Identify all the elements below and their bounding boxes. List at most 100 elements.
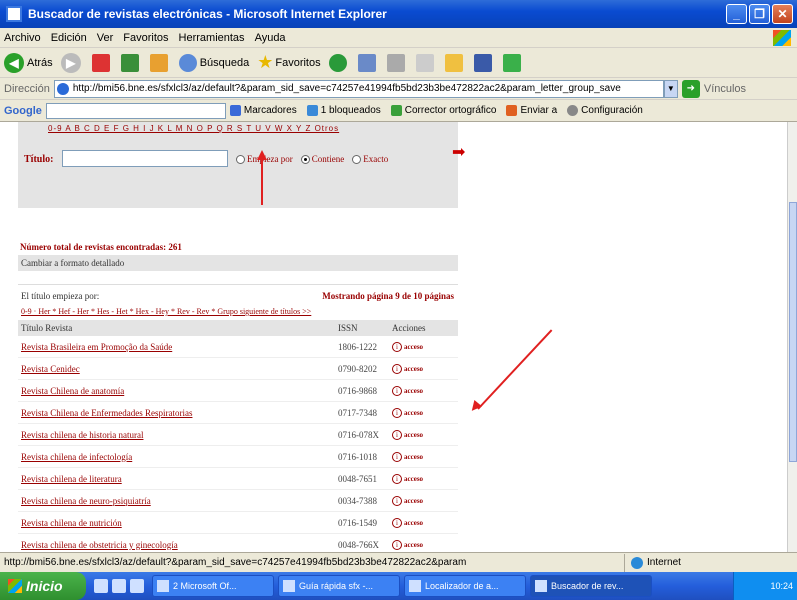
window-controls: _ ❐ ✕ [726, 4, 793, 24]
print-button[interactable] [386, 53, 408, 72]
messenger-button[interactable] [502, 53, 524, 72]
popup-blocker[interactable]: 1 bloqueados [306, 105, 381, 116]
info-icon[interactable]: i [392, 451, 402, 462]
journal-title-link[interactable]: Revista chilena de nutrición [18, 518, 338, 528]
quick-launch-icon[interactable] [130, 579, 144, 593]
quick-launch-icon[interactable] [94, 579, 108, 593]
search-button[interactable]: Búsqueda [178, 53, 249, 72]
journal-title-link[interactable]: Revista Chilena de Enfermedades Respirat… [18, 408, 338, 418]
journal-title-link[interactable]: Revista Brasileira em Promoção da Saúde [18, 342, 338, 352]
bookmarks-button[interactable]: Marcadores [229, 105, 297, 116]
menu-ver[interactable]: Ver [97, 32, 114, 44]
research-button[interactable] [473, 53, 495, 72]
back-button[interactable]: ◀ Atrás [4, 52, 53, 73]
minimize-button[interactable]: _ [726, 4, 747, 24]
clock: 10:24 [770, 581, 793, 591]
blocked-label: 1 bloqueados [320, 105, 381, 116]
address-input[interactable]: http://bmi56.bne.es/sfxlcl3/az/default?&… [53, 79, 664, 98]
page-content: 0-9 A B C D E F G H I J K L M N O P Q R … [0, 122, 787, 552]
close-button[interactable]: ✕ [772, 4, 793, 24]
windows-flag-icon [8, 579, 22, 593]
edit-icon [415, 53, 434, 72]
alphabet-links[interactable]: 0-9 A B C D E F G H I J K L M N O P Q R … [48, 124, 339, 133]
links-label[interactable]: Vínculos [704, 83, 746, 95]
security-zone: Internet [624, 553, 681, 572]
task-button[interactable]: 2 Microsoft Of... [152, 575, 274, 597]
menu-bar: Archivo Edición Ver Favoritos Herramient… [0, 28, 797, 48]
access-link[interactable]: acceso [404, 497, 423, 505]
journal-title-link[interactable]: Revista chilena de literatura [18, 474, 338, 484]
task-label: Localizador de a... [425, 581, 499, 591]
stop-button[interactable] [91, 53, 113, 72]
radio-exact[interactable]: Exacto [352, 154, 388, 164]
forward-button[interactable]: ▶ [60, 52, 84, 73]
access-link[interactable]: acceso [404, 453, 423, 461]
radio-contains[interactable]: Contiene [300, 154, 344, 164]
mail-button[interactable] [357, 53, 379, 72]
group-links[interactable]: 0-9 · Her * Hef - Her * Hes - Het * Hex … [21, 307, 311, 316]
edit-button[interactable] [415, 53, 437, 72]
journal-issn: 0716-1549 [338, 517, 377, 528]
info-icon[interactable]: i [392, 517, 402, 528]
task-button-active[interactable]: Buscador de rev... [530, 575, 652, 597]
menu-edicion[interactable]: Edición [51, 32, 87, 44]
menu-favoritos[interactable]: Favoritos [123, 32, 168, 44]
info-icon[interactable]: i [392, 495, 402, 506]
scrollbar-thumb[interactable] [789, 202, 797, 462]
settings-button[interactable]: Configuración [567, 105, 643, 116]
favorites-button[interactable]: ★ Favoritos [257, 52, 320, 73]
access-link[interactable]: acceso [404, 365, 423, 373]
google-search-input[interactable] [45, 102, 226, 119]
quick-launch-icon[interactable] [112, 579, 126, 593]
access-link[interactable]: acceso [404, 431, 423, 439]
info-icon[interactable]: i [392, 363, 402, 374]
journal-title-link[interactable]: Revista chilena de infectología [18, 452, 338, 462]
detail-format-link[interactable]: Cambiar a formato detallado [18, 255, 458, 271]
info-icon[interactable]: i [392, 407, 402, 418]
access-link[interactable]: acceso [404, 409, 423, 417]
journal-title-link[interactable]: Revista chilena de historia natural [18, 430, 338, 440]
info-icon[interactable]: i [392, 473, 402, 484]
title-search-input[interactable] [62, 150, 228, 167]
spellcheck-button[interactable]: Corrector ortográfico [390, 105, 496, 116]
task-button[interactable]: Guía rápida sfx -... [278, 575, 400, 597]
stop-icon [91, 53, 110, 72]
access-link[interactable]: acceso [404, 541, 423, 549]
home-button[interactable] [149, 53, 171, 72]
table-row: Revista chilena de literatura 0048-7651 i a… [18, 468, 458, 490]
access-link[interactable]: acceso [404, 475, 423, 483]
submit-arrow-icon[interactable]: ➡ [452, 142, 465, 162]
journal-issn: 0790-8202 [338, 363, 377, 374]
task-label: 2 Microsoft Of... [173, 581, 237, 591]
info-icon[interactable]: i [392, 539, 402, 550]
go-button[interactable]: ➜ [681, 79, 700, 98]
vertical-scrollbar[interactable] [787, 122, 797, 552]
maximize-button[interactable]: ❐ [749, 4, 770, 24]
journal-title-link[interactable]: Revista Cenidec [18, 364, 338, 374]
info-icon[interactable]: i [392, 341, 402, 352]
info-icon[interactable]: i [392, 429, 402, 440]
start-button[interactable]: Inicio [0, 572, 86, 600]
title-field-label: Título: [24, 154, 54, 165]
menu-herramientas[interactable]: Herramientas [179, 32, 245, 44]
address-dropdown-icon[interactable]: ▼ [663, 79, 678, 98]
radio-circle [300, 154, 310, 164]
row-actions: i acceso [392, 473, 458, 484]
folder-button[interactable] [444, 53, 466, 72]
journal-title-link[interactable]: Revista Chilena de anatomía [18, 386, 338, 396]
access-link[interactable]: acceso [404, 343, 423, 351]
journal-title-link[interactable]: Revista chilena de neuro-psiquiatría [18, 496, 338, 506]
refresh-button[interactable] [120, 53, 142, 72]
info-icon[interactable]: i [392, 385, 402, 396]
settings-label: Configuración [581, 105, 643, 116]
col-issn: ISSN [338, 323, 358, 333]
journal-title-link[interactable]: Revista chilena de obstetricia y ginecol… [18, 540, 338, 550]
access-link[interactable]: acceso [404, 519, 423, 527]
access-link[interactable]: acceso [404, 387, 423, 395]
table-row: Revista chilena de obstetricia y ginecol… [18, 534, 458, 552]
menu-archivo[interactable]: Archivo [4, 32, 41, 44]
send-to-button[interactable]: Enviar a [506, 105, 557, 116]
task-button[interactable]: Localizador de a... [404, 575, 526, 597]
history-button[interactable] [328, 53, 350, 72]
menu-ayuda[interactable]: Ayuda [255, 32, 286, 44]
